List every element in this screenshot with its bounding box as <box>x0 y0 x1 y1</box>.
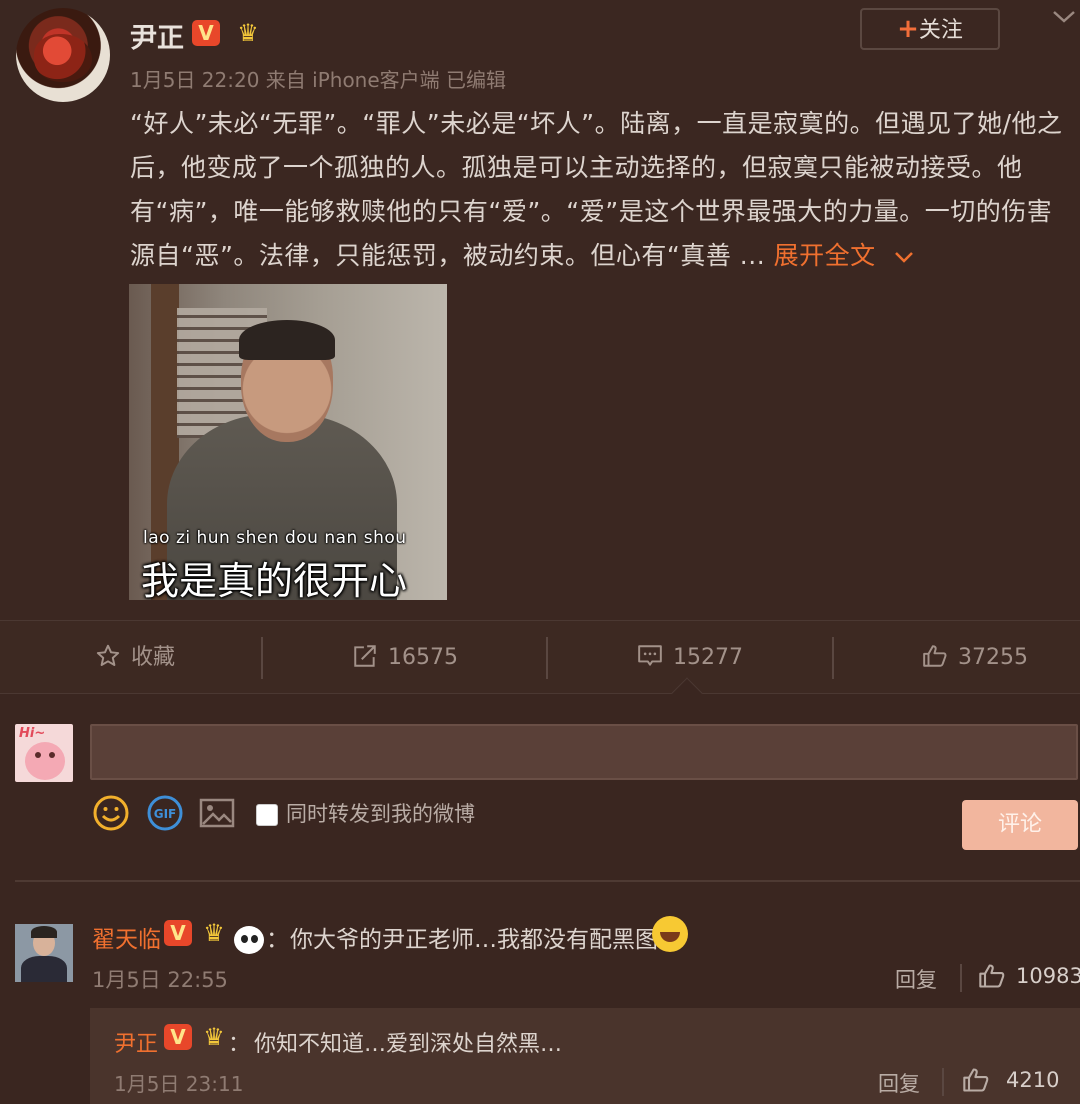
repost-count: 16575 <box>388 645 458 670</box>
comment-like-count: 10983 <box>1016 964 1080 988</box>
avatar-eye <box>49 752 55 758</box>
expand-full-text-link[interactable]: 展开全文 <box>774 241 876 270</box>
comment-colon: ： <box>266 927 289 953</box>
vip-crown-icon: ♛ <box>203 1023 225 1051</box>
comment-like-button[interactable] <box>978 962 1006 994</box>
action-divider <box>942 1068 944 1096</box>
favorite-label: 收藏 <box>130 645 175 670</box>
sub-comment-colon: ： <box>228 1032 251 1057</box>
sub-reply-button[interactable]: 回复 <box>878 1068 920 1098</box>
repost-icon <box>354 645 376 667</box>
image-subtitle-chinese: 我是真的很开心 <box>141 559 408 600</box>
post-body-text: “好人”未必“无罪”。“罪人”未必是“坏人”。陆离，一直是寂寞的。但遇见了她/他… <box>130 109 1063 270</box>
sub-comment-like-button[interactable] <box>962 1066 990 1098</box>
gif-icon[interactable]: GIF <box>146 794 186 834</box>
commenter-avatar[interactable] <box>15 924 73 982</box>
current-user-avatar[interactable]: Hi~ <box>15 724 73 782</box>
comment-text: 你大爷的尹正老师…我都没有配黑图 <box>290 927 658 953</box>
comment-compose: Hi~ GIF 同时转发到我的微博 评论 <box>0 694 1080 884</box>
laugh-cry-emoji-icon <box>652 916 688 952</box>
section-divider <box>15 880 1080 882</box>
comment-input[interactable] <box>90 724 1078 780</box>
sub-comment-timestamp: 1月5日 23:11 <box>114 1072 244 1096</box>
emoji-icon[interactable] <box>92 794 132 834</box>
plus-icon: + <box>897 14 919 44</box>
post-username[interactable]: 尹正 <box>130 16 184 55</box>
sub-comment-text: 你知不知道…爱到深处自然黑… <box>254 1032 563 1057</box>
post-action-bar: 收藏 16575 15277 37255 <box>0 620 1080 694</box>
thumbs-up-icon <box>923 645 947 667</box>
sub-commenter-username[interactable]: 尹正 <box>114 1026 158 1058</box>
verified-v-icon: V <box>164 920 192 946</box>
favorite-button[interactable]: 收藏 <box>0 621 270 695</box>
repost-to-weibo-label[interactable]: 同时转发到我的微博 <box>286 798 475 828</box>
sub-comment-item: 尹正 V ♛ ： 你知不知道…爱到深处自然黑… 1月5日 23:11 回复 42… <box>90 1008 1080 1104</box>
post-body: “好人”未必“无罪”。“罪人”未必是“坏人”。陆离，一直是寂寞的。但遇见了她/他… <box>130 102 1065 278</box>
verified-v-icon: V <box>164 1024 192 1050</box>
thumbs-up-icon <box>979 964 1005 988</box>
user-avatar[interactable] <box>16 8 110 102</box>
post-meta: 1月5日 22:20 来自 iPhone客户端 已编辑 <box>130 68 507 92</box>
like-count: 37255 <box>958 645 1028 670</box>
like-button[interactable]: 37255 <box>840 621 1080 695</box>
commenter-username[interactable]: 翟天临 <box>92 920 161 954</box>
image-upload-icon[interactable] <box>198 794 238 834</box>
comment-timestamp: 1月5日 22:55 <box>92 968 228 992</box>
follow-button[interactable]: +关注 <box>860 8 1000 50</box>
chevron-down-icon[interactable] <box>1052 6 1076 31</box>
comment-item: 翟天临 V ♛ ： 你大爷的尹正老师…我都没有配黑图 1月5日 22:55 回复… <box>0 890 1080 1010</box>
post-image[interactable]: lao zi hun shen dou nan shou 我是真的很开心 <box>129 284 447 600</box>
action-divider <box>960 964 962 992</box>
repost-to-weibo-checkbox[interactable] <box>256 804 278 826</box>
avatar-blob <box>25 742 65 780</box>
submit-comment-button[interactable]: 评论 <box>962 800 1078 850</box>
comment-count: 15277 <box>673 645 743 670</box>
sub-comment-like-count: 4210 <box>1006 1068 1060 1092</box>
avatar-suit <box>21 956 67 982</box>
panda-icon <box>234 926 264 954</box>
action-divider <box>546 637 548 679</box>
thumbs-up-icon <box>963 1068 989 1092</box>
action-divider <box>261 637 263 679</box>
avatar-hair <box>31 926 57 938</box>
star-icon <box>96 644 120 666</box>
vip-crown-icon: ♛ <box>237 19 259 47</box>
weibo-post: 尹正 V ♛ 1月5日 22:20 来自 iPhone客户端 已编辑 +关注 “… <box>0 0 1080 620</box>
image-subtitle-pinyin: lao zi hun shen dou nan shou <box>143 528 407 548</box>
action-divider <box>832 637 834 679</box>
reply-button[interactable]: 回复 <box>895 964 937 994</box>
avatar-hi-text: Hi~ <box>19 726 46 741</box>
verified-v-icon: V <box>192 20 220 46</box>
follow-label: 关注 <box>918 18 963 43</box>
vip-crown-icon: ♛ <box>203 919 225 947</box>
avatar-eye <box>35 752 41 758</box>
image-figure-hair <box>239 320 335 360</box>
svg-text:GIF: GIF <box>154 807 177 821</box>
comment-icon <box>638 645 662 666</box>
repost-button[interactable]: 16575 <box>270 621 540 695</box>
expand-chevron-icon[interactable] <box>894 241 914 270</box>
